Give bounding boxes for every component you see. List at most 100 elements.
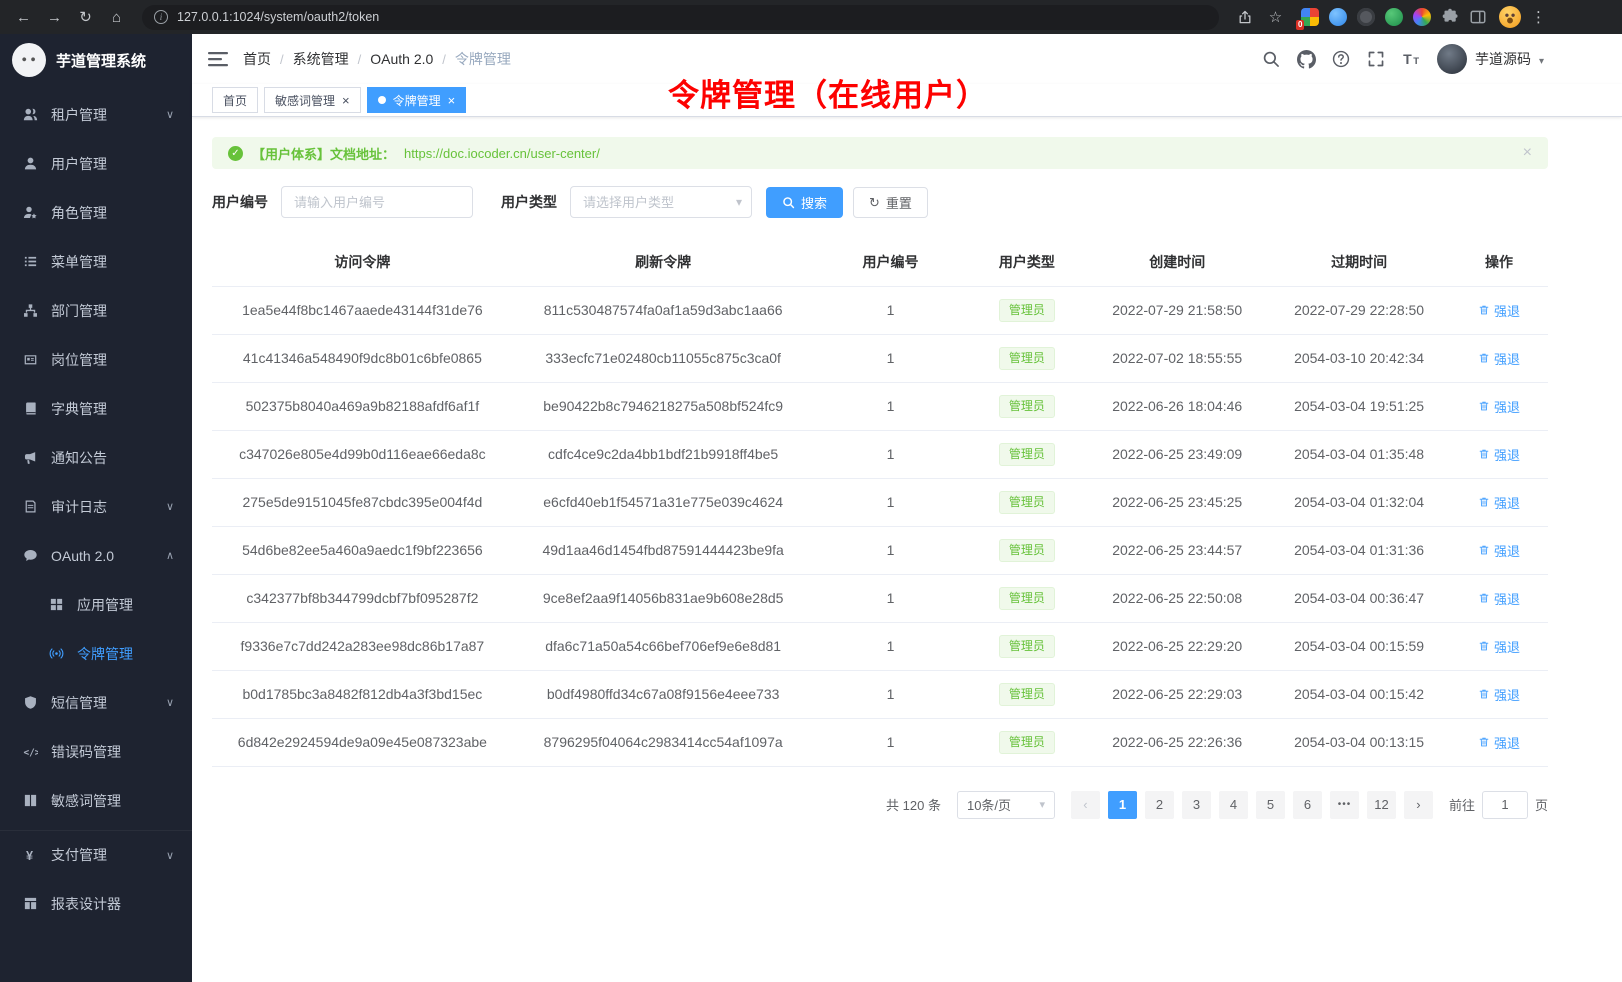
sidebar-item-post-management[interactable]: 岗位管理 (0, 335, 192, 384)
role-icon (22, 205, 38, 221)
sidebar-item-oauth2[interactable]: OAuth 2.0 ∧ (0, 531, 192, 580)
user-type-badge: 管理员 (999, 491, 1055, 514)
force-logout-button[interactable]: 强退 (1478, 301, 1520, 320)
tab-sensitive-word[interactable]: 敏感词管理 × (264, 87, 361, 113)
browser-menu-icon[interactable]: ⋮ (1525, 4, 1552, 31)
user-id-input[interactable] (281, 186, 473, 218)
sidebar-item-token-management[interactable]: 令牌管理 (0, 629, 192, 678)
address-bar[interactable]: i 127.0.0.1:1024/system/oauth2/token (142, 5, 1219, 30)
hamburger-icon[interactable] (208, 51, 228, 67)
force-logout-label: 强退 (1494, 637, 1520, 656)
sidebar-item-label: 令牌管理 (77, 644, 133, 664)
page-button-5[interactable]: 5 (1256, 791, 1285, 819)
force-logout-button[interactable]: 强退 (1478, 685, 1520, 704)
force-logout-button[interactable]: 强退 (1478, 733, 1520, 752)
sidebar-item-tenant-management[interactable]: 租户管理 ∨ (0, 90, 192, 139)
site-info-icon[interactable]: i (154, 10, 168, 24)
sidebar-item-notice[interactable]: 通知公告 (0, 433, 192, 482)
close-icon[interactable]: × (342, 94, 350, 107)
page-button-3[interactable]: 3 (1182, 791, 1211, 819)
sidebar-item-app-management[interactable]: 应用管理 (0, 580, 192, 629)
extension-pinwheel-icon[interactable] (1413, 8, 1431, 26)
reset-button[interactable]: ↻ 重置 (853, 187, 928, 218)
sidebar-item-label: 短信管理 (51, 693, 107, 713)
pagination-total: 共 120 条 (886, 795, 941, 814)
next-page-button[interactable]: › (1404, 791, 1433, 819)
breadcrumb-system[interactable]: 系统管理 (293, 49, 349, 69)
tab-token-management[interactable]: 令牌管理 × (367, 87, 467, 113)
home-icon[interactable]: ⌂ (103, 4, 130, 31)
force-logout-button[interactable]: 强退 (1478, 349, 1520, 368)
prev-page-button[interactable]: ‹ (1071, 791, 1100, 819)
more-pages-icon[interactable]: ••• (1330, 791, 1359, 819)
extensions-puzzle-icon[interactable] (1441, 8, 1459, 26)
sidebar-item-dept-management[interactable]: 部门管理 (0, 286, 192, 335)
fullscreen-icon[interactable] (1367, 50, 1385, 68)
github-icon[interactable] (1297, 50, 1315, 68)
close-icon[interactable]: × (448, 94, 456, 107)
forward-icon[interactable]: → (41, 4, 68, 31)
page-size-select[interactable]: 10条/页 ▾ (957, 791, 1055, 819)
user-menu[interactable]: 芋道源码 ▾ (1437, 44, 1544, 74)
user-type-badge: 管理员 (999, 299, 1055, 322)
svg-text:¥: ¥ (26, 849, 33, 863)
font-size-icon[interactable]: TT (1402, 50, 1420, 68)
user-type-cell: 管理员 (967, 670, 1086, 718)
sidebar-item-audit-log[interactable]: 审计日志 ∨ (0, 482, 192, 531)
search-icon[interactable] (1262, 50, 1280, 68)
force-logout-button[interactable]: 强退 (1478, 589, 1520, 608)
access-token-cell: c342377bf8b344799dcbf7bf095287f2 (212, 574, 513, 622)
force-logout-button[interactable]: 强退 (1478, 637, 1520, 656)
chevron-up-icon: ∧ (166, 549, 174, 562)
help-icon[interactable] (1332, 50, 1350, 68)
sidebar-item-sensitive-word[interactable]: 敏感词管理 (0, 776, 192, 825)
force-logout-button[interactable]: 强退 (1478, 493, 1520, 512)
extension-grid-icon[interactable]: 0 (1301, 8, 1319, 26)
tab-home[interactable]: 首页 (212, 87, 258, 113)
user-avatar (1437, 44, 1467, 74)
table-row: f9336e7c7dd242a283ee98dc86b17a87 dfa6c71… (212, 622, 1548, 670)
sidebar-item-menu-management[interactable]: 菜单管理 (0, 237, 192, 286)
action-cell: 强退 (1450, 382, 1548, 430)
sidebar-item-label: 审计日志 (51, 497, 107, 517)
action-cell: 强退 (1450, 430, 1548, 478)
sidebar-item-user-management[interactable]: 用户管理 (0, 139, 192, 188)
breadcrumb-home[interactable]: 首页 (243, 49, 271, 69)
extension-dark-icon[interactable] (1357, 8, 1375, 26)
back-icon[interactable]: ← (10, 4, 37, 31)
goto-page-input[interactable] (1482, 791, 1528, 819)
force-logout-button[interactable]: 强退 (1478, 445, 1520, 464)
alert-close-icon[interactable]: × (1523, 144, 1532, 162)
share-icon[interactable] (1231, 4, 1258, 31)
reload-icon[interactable]: ↻ (72, 4, 99, 31)
doc-link[interactable]: https://doc.iocoder.cn/user-center/ (404, 146, 600, 161)
user-type-select-input[interactable] (570, 186, 752, 218)
breadcrumb-oauth2[interactable]: OAuth 2.0 (370, 51, 433, 67)
sidebar-item-payment[interactable]: ¥ 支付管理 ∨ (0, 830, 192, 879)
chevron-down-icon: ∨ (166, 500, 174, 513)
extension-green-icon[interactable] (1385, 8, 1403, 26)
force-logout-button[interactable]: 强退 (1478, 541, 1520, 560)
sms-shield-icon (22, 695, 38, 711)
search-button[interactable]: 搜索 (766, 187, 843, 218)
sidebar-item-sms-management[interactable]: 短信管理 ∨ (0, 678, 192, 727)
app-logo[interactable]: 芋道管理系统 (0, 34, 192, 86)
browser-profile-avatar[interactable] (1499, 6, 1521, 28)
page-button-12[interactable]: 12 (1367, 791, 1396, 819)
sidebar-item-role-management[interactable]: 角色管理 (0, 188, 192, 237)
user-type-label: 用户类型 (501, 192, 557, 212)
side-panel-icon[interactable] (1469, 8, 1487, 26)
extension-blue-icon[interactable] (1329, 8, 1347, 26)
sidebar-item-dict-management[interactable]: 字典管理 (0, 384, 192, 433)
sidebar-item-report-designer[interactable]: 报表设计器 (0, 879, 192, 928)
page-button-4[interactable]: 4 (1219, 791, 1248, 819)
sidebar-item-error-code[interactable]: </> 错误码管理 (0, 727, 192, 776)
bookmark-star-icon[interactable]: ☆ (1262, 4, 1289, 31)
page-button-2[interactable]: 2 (1145, 791, 1174, 819)
force-logout-button[interactable]: 强退 (1478, 397, 1520, 416)
report-layout-icon (22, 896, 38, 912)
page-button-6[interactable]: 6 (1293, 791, 1322, 819)
page-button-1[interactable]: 1 (1108, 791, 1137, 819)
user-type-cell: 管理员 (967, 286, 1086, 334)
user-type-select[interactable]: ▾ (570, 186, 752, 218)
